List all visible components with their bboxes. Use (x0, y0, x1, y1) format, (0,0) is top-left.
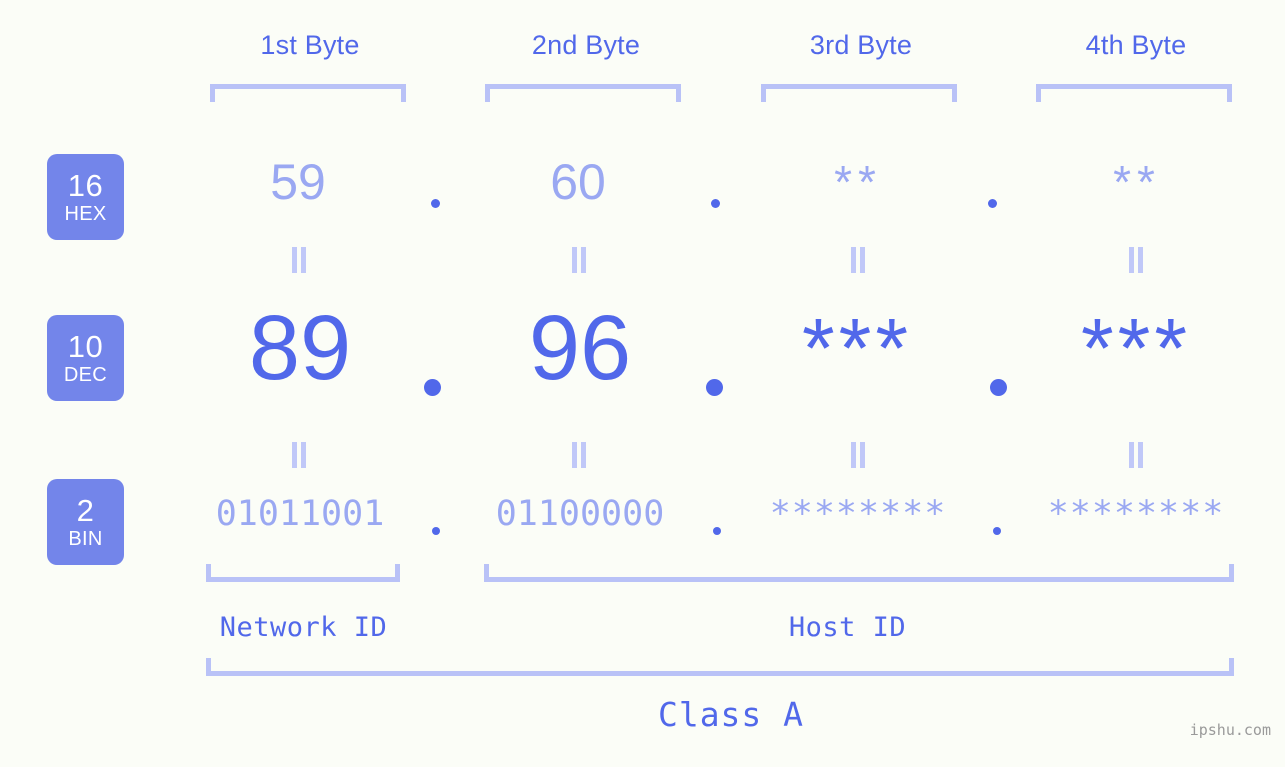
hex-value-byte-2: 60 (550, 154, 606, 210)
dec-value-byte-1: 89 (248, 297, 352, 399)
radix-badge-hex-number: 16 (67, 168, 104, 203)
radix-badge-hex-label: HEX (64, 203, 107, 225)
radix-badge-dec: 10 DEC (47, 315, 124, 401)
dec-value-byte-2: 96 (528, 297, 632, 399)
byte-bracket-top-1 (210, 84, 406, 102)
watermark: ipshu.com (1189, 721, 1271, 739)
equals-connector-hex-dec-1 (292, 247, 308, 273)
byte-header-4: 4th Byte (1085, 30, 1187, 60)
byte-bracket-top-4 (1036, 84, 1232, 102)
equals-connector-hex-dec-4 (1129, 247, 1145, 273)
radix-badge-dec-label: DEC (63, 364, 108, 386)
host-id-label: Host ID (788, 612, 907, 643)
equals-connector-dec-bin-4 (1129, 442, 1145, 468)
dec-separator-dot-1 (424, 379, 441, 396)
radix-badge-bin-number: 2 (76, 493, 95, 528)
class-label: Class A (657, 695, 805, 734)
hex-value-byte-1: 59 (270, 154, 326, 210)
equals-connector-hex-dec-2 (572, 247, 588, 273)
equals-connector-hex-dec-3 (851, 247, 867, 273)
radix-badge-bin-label: BIN (68, 528, 103, 550)
bin-value-byte-2: 01100000 (495, 494, 665, 534)
dec-separator-dot-3 (990, 379, 1007, 396)
network-id-label: Network ID (219, 612, 388, 643)
hex-value-byte-3: ** (834, 156, 882, 208)
hex-separator-dot-3 (988, 199, 997, 208)
bin-separator-dot-2 (713, 527, 721, 535)
network-id-bracket (206, 564, 400, 582)
byte-bracket-top-2 (485, 84, 681, 102)
radix-badge-bin: 2 BIN (47, 479, 124, 565)
dec-separator-dot-2 (706, 379, 723, 396)
equals-connector-dec-bin-3 (851, 442, 867, 468)
hex-value-byte-4: ** (1113, 156, 1161, 208)
bin-value-byte-3: ******** (769, 494, 947, 534)
byte-header-3: 3rd Byte (809, 30, 913, 60)
hex-separator-dot-2 (711, 199, 720, 208)
bin-separator-dot-3 (993, 527, 1001, 535)
equals-connector-dec-bin-2 (572, 442, 588, 468)
dec-value-byte-3: *** (801, 301, 913, 395)
class-bracket (206, 658, 1234, 676)
bin-value-byte-1: 01011001 (215, 494, 385, 534)
ip-byte-diagram: 1st Byte 2nd Byte 3rd Byte 4th Byte 16 H… (0, 0, 1285, 767)
radix-badge-dec-number: 10 (67, 329, 104, 364)
byte-header-1: 1st Byte (260, 30, 360, 60)
bin-separator-dot-1 (432, 527, 440, 535)
bin-value-byte-4: ******** (1047, 494, 1225, 534)
byte-bracket-top-3 (761, 84, 957, 102)
radix-badge-hex: 16 HEX (47, 154, 124, 240)
hex-separator-dot-1 (431, 199, 440, 208)
equals-connector-dec-bin-1 (292, 442, 308, 468)
host-id-bracket (484, 564, 1234, 582)
dec-value-byte-4: *** (1080, 301, 1192, 395)
byte-header-2: 2nd Byte (531, 30, 641, 60)
